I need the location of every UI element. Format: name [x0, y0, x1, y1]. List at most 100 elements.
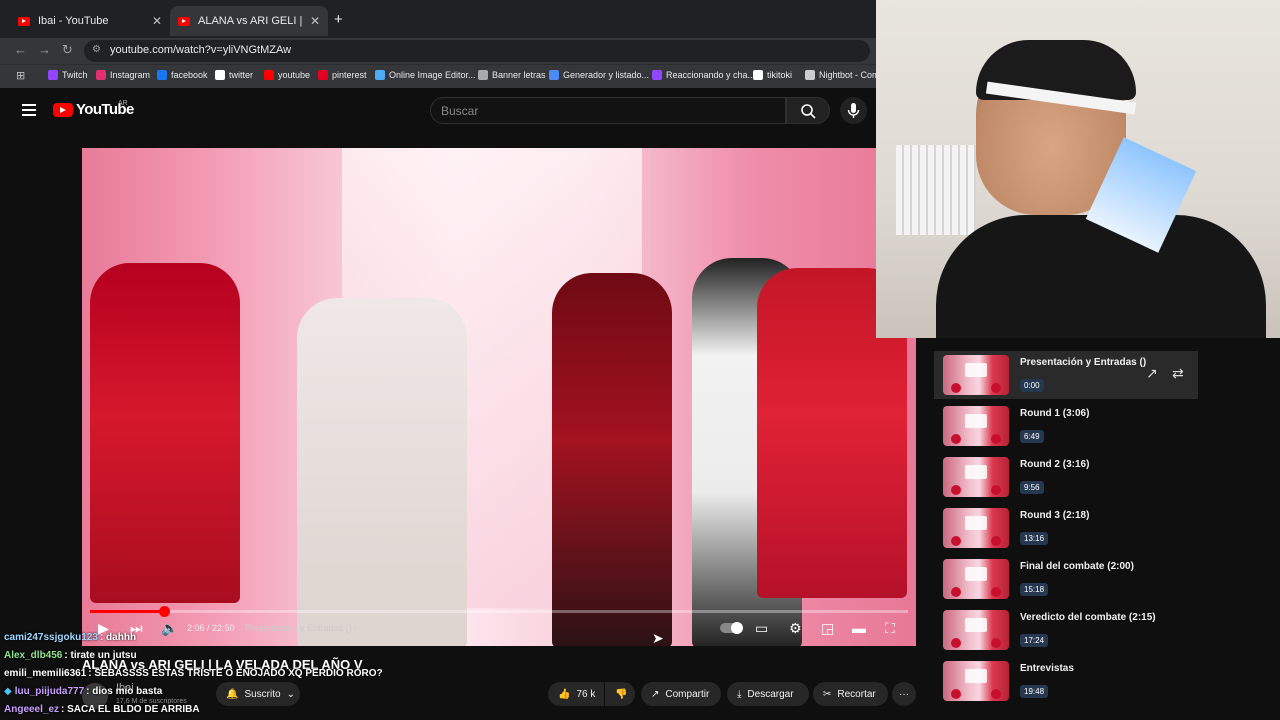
- download-label: Descargar: [747, 688, 794, 700]
- voice-search-button[interactable]: [840, 97, 867, 124]
- chapter-title[interactable]: Presentación y Entradas () ›: [245, 623, 357, 633]
- share-label: Compartir: [665, 688, 710, 700]
- chapter-item-veredicto[interactable]: Veredicto del combate (2:15) 17:24: [934, 606, 1198, 654]
- autoplay-toggle[interactable]: [720, 622, 743, 634]
- chapter-item-time: 15:18: [1020, 583, 1049, 596]
- subscribed-button[interactable]: 🔔 Suscrito ⌄: [216, 682, 300, 706]
- chapter-item-round-2[interactable]: Round 2 (3:16) 9:56: [934, 453, 1198, 501]
- fullscreen-icon[interactable]: ⛶: [885, 620, 895, 637]
- microphone-icon: [847, 103, 860, 118]
- bookmark-label: youtube: [278, 70, 311, 80]
- like-button[interactable]: 👍 76 k: [548, 682, 604, 706]
- bookmark-nightbot[interactable]: Nightbot - Com: [805, 70, 880, 80]
- search-input[interactable]: [430, 97, 786, 124]
- chapter-thumbnail: [943, 406, 1009, 446]
- chapter-item-final[interactable]: Final del combate (2:00) 15:18: [934, 555, 1198, 603]
- site-info-icon[interactable]: ⚙: [92, 44, 101, 55]
- bookmark-instagram[interactable]: Instagram: [96, 70, 150, 80]
- chapter-item-title: Round 2 (3:16): [1020, 459, 1090, 470]
- region-code: AR: [118, 100, 128, 107]
- chapter-item-time: 17:24: [1020, 634, 1049, 647]
- volume-icon[interactable]: 🔈: [161, 620, 178, 637]
- chapter-item-time: 19:48: [1020, 685, 1049, 698]
- bookmark-label: Banner letras: [492, 70, 546, 80]
- bookmark-pinterest[interactable]: pinterest: [318, 70, 367, 80]
- search-icon: [801, 104, 816, 119]
- youtube-logo-icon[interactable]: [53, 103, 73, 117]
- share-arrow-icon[interactable]: ↗: [1146, 365, 1158, 382]
- back-arrow-icon[interactable]: ←: [14, 42, 27, 57]
- chat-username: cami247ssjgoku123: [4, 632, 98, 643]
- menu-hamburger-icon[interactable]: [22, 104, 36, 116]
- tiktok-icon: [753, 70, 763, 80]
- facebook-icon: [157, 70, 167, 80]
- bookmark-facebook[interactable]: facebook: [157, 70, 208, 80]
- tab-title: ALANA vs ARI GELI | LA VELADA: [198, 15, 304, 27]
- bookmark-reaccionando[interactable]: Reaccionando y cha...: [652, 70, 755, 80]
- bookmark-twitch[interactable]: Twitch: [48, 70, 88, 80]
- chat-message: Angeeel_ez: SACA EL BLDO DE ARRIBA: [4, 704, 200, 715]
- subtitles-icon[interactable]: ▭: [755, 620, 768, 637]
- miniplayer-icon[interactable]: ◲: [821, 620, 834, 637]
- chapter-thumbnail: [943, 661, 1009, 701]
- chapter-item-round-3[interactable]: Round 3 (2:18) 13:16: [934, 504, 1198, 552]
- chapter-item-entrevistas[interactable]: Entrevistas 19:48: [934, 657, 1198, 705]
- twitch-icon: [48, 70, 58, 80]
- tab-alana-vs-ari[interactable]: ALANA vs ARI GELI | LA VELADA ✕: [170, 6, 328, 36]
- youtube-favicon-icon: [178, 16, 190, 26]
- close-tab-icon[interactable]: ✕: [310, 14, 320, 28]
- chat-text: : SEBASSSS ESTAS TRISTE O ENOJADO XQ PER…: [88, 668, 383, 679]
- tab-ibai[interactable]: Ibai - YouTube ✕: [10, 6, 170, 36]
- chat-username: emili_memili6361: [4, 668, 87, 679]
- instagram-icon: [96, 70, 106, 80]
- chapter-item-title: Entrevistas: [1020, 663, 1074, 674]
- bookmark-image-editor[interactable]: Online Image Editor...: [375, 70, 476, 80]
- search-button[interactable]: [786, 97, 830, 124]
- share-button[interactable]: ↗ Compartir: [641, 682, 721, 706]
- chat-message: cami247ssjgoku123: dahhh: [4, 632, 136, 643]
- reload-icon[interactable]: ↻: [62, 42, 73, 58]
- forward-arrow-icon[interactable]: →: [38, 42, 51, 57]
- settings-gear-icon[interactable]: ⚙: [789, 620, 802, 637]
- bookmark-tikitoki[interactable]: tikitoki: [753, 70, 792, 80]
- chapter-thumbnail: [943, 457, 1009, 497]
- chat-message: emili_memili6361: SEBASSSS ESTAS TRISTE …: [4, 668, 383, 679]
- bookmark-generador[interactable]: Generador y listado...: [549, 70, 649, 80]
- subscribed-label: Suscrito: [244, 688, 281, 700]
- youtube-favicon-icon: [18, 16, 30, 26]
- chapter-item-title: Veredicto del combate (2:15): [1020, 612, 1156, 623]
- image-editor-icon: [375, 70, 385, 80]
- chapter-item-title: Round 3 (2:18): [1020, 510, 1090, 521]
- progress-bar[interactable]: [90, 610, 908, 613]
- bookmark-label: pinterest: [332, 70, 367, 80]
- apps-grid-icon[interactable]: ⊞: [16, 69, 25, 82]
- theater-mode-icon[interactable]: ▬: [852, 620, 866, 636]
- mouse-cursor-icon: ➤: [652, 630, 664, 646]
- youtube-icon: [264, 70, 274, 80]
- close-tab-icon[interactable]: ✕: [152, 14, 162, 28]
- chapter-item-presentacion[interactable]: Presentación y Entradas () 0:00 ↗ ⇄: [934, 351, 1198, 399]
- chapter-item-time: 0:00: [1020, 379, 1044, 392]
- new-tab-button[interactable]: +: [334, 11, 343, 28]
- bookmark-banner-letras[interactable]: Banner letras: [478, 70, 546, 80]
- chat-username: Angeeel_ez: [4, 704, 60, 715]
- download-button[interactable]: ⤓ Descargar: [727, 682, 809, 706]
- clip-button[interactable]: ✂ Recortar: [813, 682, 888, 706]
- loop-icon[interactable]: ⇄: [1172, 365, 1184, 382]
- thumbs-up-icon: 👍: [558, 688, 571, 700]
- chapter-item-time: 6:49: [1020, 430, 1044, 443]
- more-icon: ···: [899, 688, 909, 700]
- bookmark-label: twitter: [229, 70, 254, 80]
- bookmark-label: facebook: [171, 70, 208, 80]
- badge-icon: ◆: [4, 686, 12, 697]
- chapter-item-time: 13:16: [1020, 532, 1049, 545]
- bookmark-twitter[interactable]: twitter: [215, 70, 253, 80]
- more-actions-button[interactable]: ···: [892, 682, 916, 706]
- dislike-button[interactable]: 👎: [605, 682, 635, 706]
- performer: [297, 298, 467, 646]
- progress-scrubber[interactable]: [158, 606, 170, 617]
- bookmark-youtube[interactable]: youtube: [264, 70, 310, 80]
- chapter-item-round-1[interactable]: Round 1 (3:06) 6:49: [934, 402, 1198, 450]
- video-player[interactable]: [82, 148, 916, 646]
- like-count: 76 k: [576, 688, 596, 700]
